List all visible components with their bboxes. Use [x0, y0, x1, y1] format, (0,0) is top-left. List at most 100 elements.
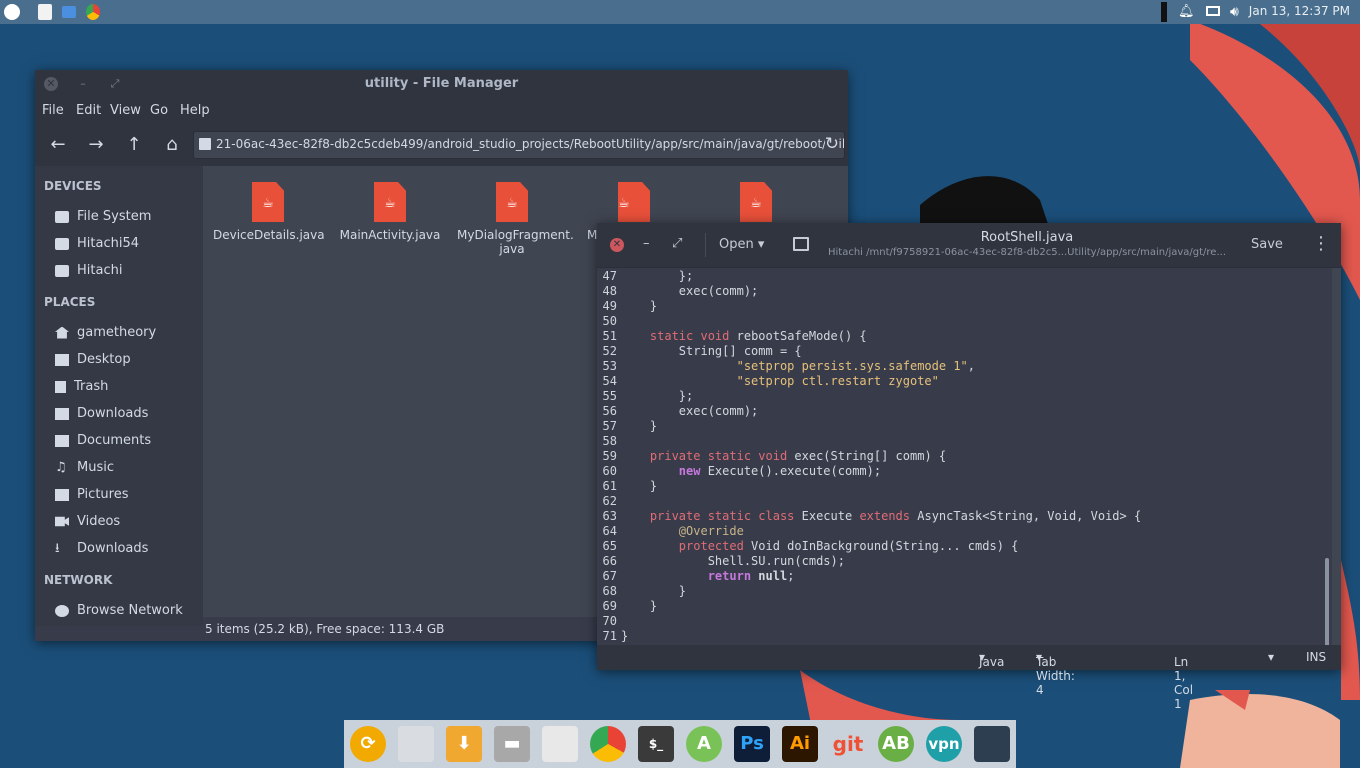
- open-button[interactable]: Open ▾: [719, 237, 764, 252]
- archive-icon[interactable]: ▬: [494, 726, 530, 762]
- clock[interactable]: Jan 13, 12:37 PM: [1249, 4, 1350, 18]
- tab-width-selector[interactable]: Tab Width: 4 ▾: [1036, 650, 1075, 697]
- file-item[interactable]: ☕︎ MainActivity.java: [335, 182, 445, 242]
- adblock-icon[interactable]: AB: [878, 726, 914, 762]
- home-icon[interactable]: ⌂: [159, 133, 185, 157]
- volume-icon[interactable]: 🔊︎: [1230, 4, 1246, 20]
- menu-file[interactable]: File: [42, 103, 64, 118]
- reload-icon[interactable]: ↻: [824, 134, 839, 154]
- desktop-icon: [55, 353, 69, 366]
- git-icon[interactable]: git: [830, 726, 866, 762]
- document-title: RootShell.java: [980, 230, 1074, 245]
- illustrator-icon[interactable]: Ai: [782, 726, 818, 762]
- music-icon: ♫: [55, 459, 67, 475]
- sidebar-item-gametheory[interactable]: gametheory: [55, 325, 156, 345]
- code-line: private static void exec(String[] comm) …: [649, 449, 947, 463]
- pictures-icon: [55, 488, 69, 501]
- insert-mode[interactable]: INS: [1306, 650, 1326, 664]
- code-line: @Override: [678, 524, 744, 538]
- sidebar-item-downloads[interactable]: Downloads: [55, 406, 148, 426]
- file-manager-titlebar[interactable]: ✕ – ⤢ utility - File Manager: [35, 70, 848, 98]
- line-number: 59: [602, 449, 617, 463]
- code-line: Shell.SU.run(cmds);: [621, 554, 845, 568]
- code-line: };: [621, 389, 694, 403]
- up-arrow-icon[interactable]: ↑: [121, 133, 147, 157]
- menu-view[interactable]: View: [110, 103, 141, 118]
- sidebar-item-music[interactable]: ♫ Music: [55, 460, 114, 480]
- file-item[interactable]: ☕︎: [701, 182, 811, 228]
- code-line: exec(comm);: [621, 404, 759, 418]
- path-text: 21-06ac-43ec-82f8-db2c5cdeb499/android_s…: [216, 137, 845, 151]
- path-bar[interactable]: 21-06ac-43ec-82f8-db2c5cdeb499/android_s…: [193, 131, 845, 159]
- drive-icon: [55, 237, 69, 250]
- line-number: 52: [602, 344, 617, 358]
- photoshop-icon[interactable]: Ps: [734, 726, 770, 762]
- code-view[interactable]: 47 48 49 50 51 52 53 54 55 56 57 58 59 60 61 62 63 64 65 66…: [597, 268, 1332, 646]
- menu-icon[interactable]: ⋮: [1312, 233, 1330, 255]
- chevron-down-icon[interactable]: ▾: [1268, 650, 1274, 664]
- sidebar-item-browse-network[interactable]: Browse Network: [55, 603, 183, 623]
- sidebar-item-pictures[interactable]: Pictures: [55, 487, 128, 507]
- sidebar-places-header: PLACES: [44, 295, 96, 309]
- notification-bell-icon[interactable]: 🔔︎: [1178, 4, 1195, 20]
- sidebar-item-downloads-2[interactable]: ⭳ Downloads: [55, 541, 148, 561]
- code-line: static void rebootSafeMode() {: [649, 329, 867, 343]
- save-button[interactable]: Save: [1251, 237, 1283, 252]
- download-icon[interactable]: ⬇: [446, 726, 482, 762]
- sidebar-item-videos[interactable]: Videos: [55, 514, 120, 534]
- sidebar-item-hitachi[interactable]: Hitachi: [55, 263, 122, 283]
- vpn-icon[interactable]: vpn: [926, 726, 962, 762]
- code-line: }: [621, 299, 658, 313]
- chrome-icon[interactable]: [86, 4, 100, 20]
- minimize-icon[interactable]: –: [643, 236, 650, 251]
- code-line: "setprop persist.sys.safemode 1",: [736, 359, 976, 373]
- file-manager-icon[interactable]: [62, 6, 76, 18]
- chrome-icon[interactable]: [590, 726, 626, 762]
- display-icon[interactable]: [1206, 6, 1220, 16]
- line-number: 47: [602, 269, 617, 283]
- update-icon[interactable]: ⟳: [350, 726, 386, 762]
- java-file-icon: ☕︎: [252, 182, 284, 222]
- line-number: 48: [602, 284, 617, 298]
- sidebar: DEVICES File System Hitachi54 Hitachi PL…: [35, 166, 203, 626]
- terminal-icon[interactable]: $_: [638, 726, 674, 762]
- file-item[interactable]: ☕︎ DeviceDetails.java: [213, 182, 325, 242]
- language-selector[interactable]: Java ▾: [979, 650, 1004, 669]
- line-number: 56: [602, 404, 617, 418]
- code-line: return null;: [707, 569, 795, 583]
- sidebar-item-desktop[interactable]: Desktop: [55, 352, 131, 372]
- editor-headerbar[interactable]: ✕ – ⤢ Open ▾ RootShell.java Hitachi /mnt…: [597, 223, 1341, 268]
- video-camera-icon: [55, 516, 69, 527]
- line-number: 66: [602, 554, 617, 568]
- code-line: exec(comm);: [621, 284, 759, 298]
- back-arrow-icon[interactable]: ←: [45, 133, 71, 157]
- ubuntu-logo-icon[interactable]: [4, 4, 20, 20]
- sidebar-item-documents[interactable]: Documents: [55, 433, 151, 453]
- line-number: 65: [602, 539, 617, 553]
- briefcase-icon[interactable]: [398, 726, 434, 762]
- code-line: private static class Execute extends Asy…: [649, 509, 1142, 523]
- scrollbar[interactable]: [1325, 558, 1329, 646]
- sidebar-item-file-system[interactable]: File System: [55, 209, 151, 229]
- maximize-icon[interactable]: ⤢: [672, 236, 682, 251]
- top-panel: 🔔︎ 🔊︎ Jan 13, 12:37 PM: [0, 0, 1360, 24]
- menu-help[interactable]: Help: [180, 103, 210, 118]
- line-number: 50: [602, 314, 617, 328]
- editor-icon[interactable]: [542, 726, 578, 762]
- new-tab-icon[interactable]: [793, 237, 809, 251]
- line-number: 67: [602, 569, 617, 583]
- line-number: 63: [602, 509, 617, 523]
- sidebar-item-hitachi54[interactable]: Hitachi54: [55, 236, 139, 256]
- workspace-indicator[interactable]: [1161, 2, 1167, 22]
- screenshot-icon[interactable]: [974, 726, 1010, 762]
- text-editor-icon[interactable]: [38, 4, 52, 20]
- menu-edit[interactable]: Edit: [76, 103, 101, 118]
- forward-arrow-icon[interactable]: →: [83, 133, 109, 157]
- sidebar-item-trash[interactable]: Trash: [55, 379, 108, 399]
- close-icon[interactable]: ✕: [610, 238, 624, 252]
- line-number: 53: [602, 359, 617, 373]
- file-item[interactable]: ☕︎ MyDialogFragment. java: [457, 182, 574, 256]
- android-studio-icon[interactable]: A: [686, 726, 722, 762]
- line-number: 62: [602, 494, 617, 508]
- menu-go[interactable]: Go: [150, 103, 168, 118]
